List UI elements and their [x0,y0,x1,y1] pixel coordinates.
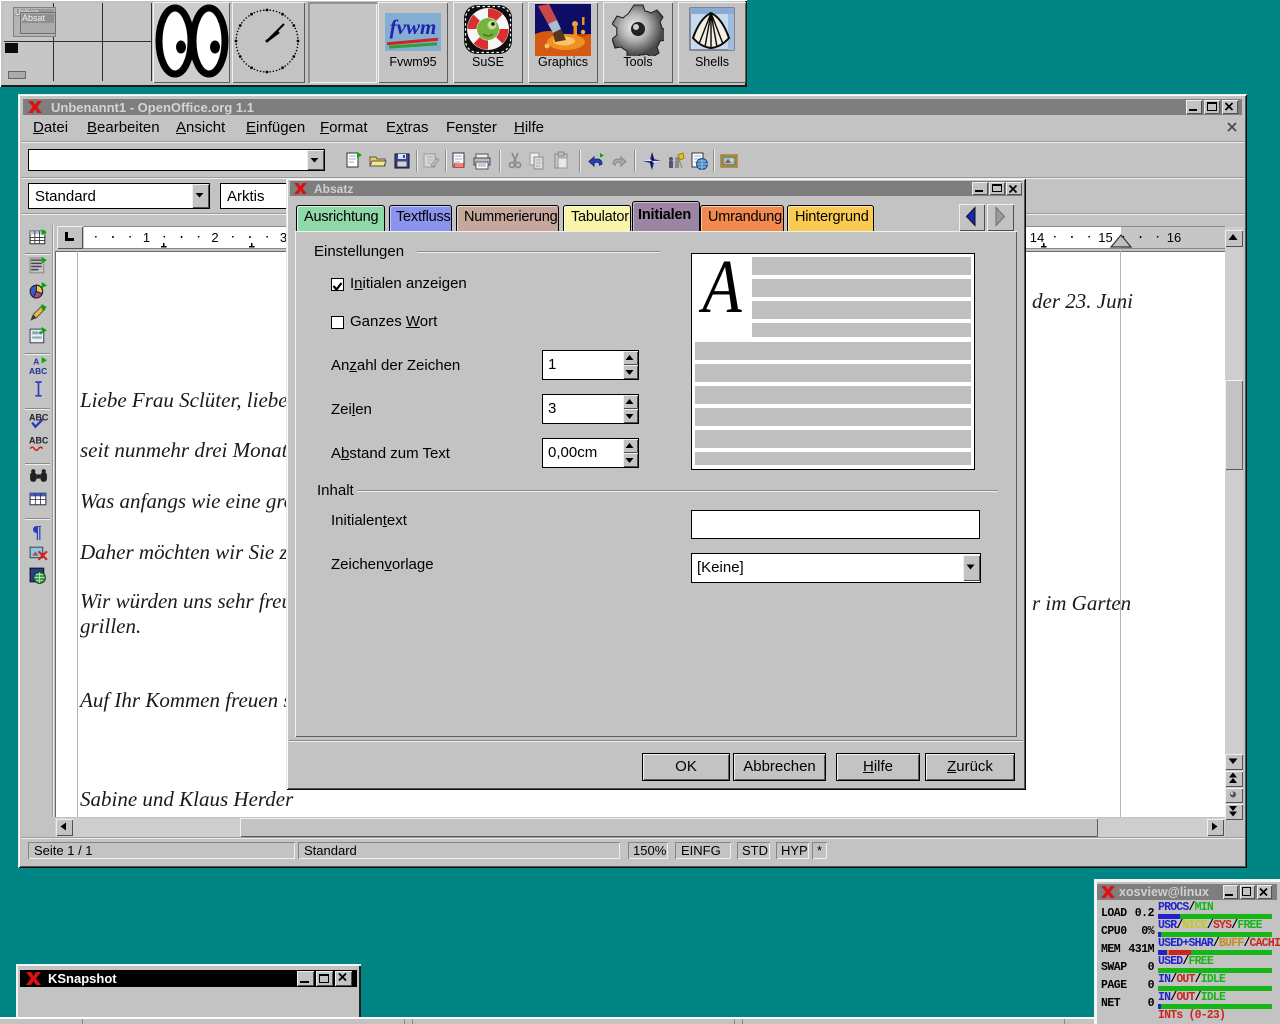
svg-text:14: 14 [1030,230,1044,245]
svg-text:1: 1 [143,230,150,245]
svg-text:16: 16 [1167,230,1181,245]
svg-text:2: 2 [211,230,218,245]
svg-text:ABC: ABC [29,412,49,422]
svg-text:ABC: ABC [29,366,47,376]
svg-text:ABC: ABC [29,435,49,445]
svg-text:¶: ¶ [32,522,42,542]
svg-text:15: 15 [1098,230,1112,245]
